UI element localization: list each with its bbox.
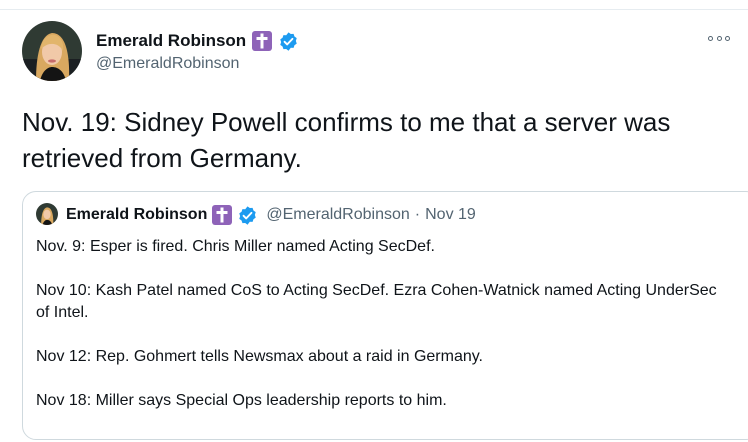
top-divider — [0, 0, 748, 10]
author-name[interactable]: Emerald Robinson — [96, 31, 246, 51]
avatar[interactable] — [22, 21, 82, 81]
quoted-date[interactable]: Nov 19 — [425, 206, 476, 224]
more-options-icon[interactable] — [708, 32, 730, 44]
quoted-tweet-text: Nov. 9: Esper is fired. Chris Miller nam… — [36, 236, 726, 434]
quoted-author-handle: @EmeraldRobinson — [266, 206, 410, 223]
quoted-line: Nov. 9: Esper is fired. Chris Miller nam… — [36, 238, 435, 255]
tweet-text: Nov. 19: Sidney Powell confirms to me th… — [22, 107, 671, 173]
separator-dot: · — [414, 206, 421, 223]
quoted-author-name: Emerald Robinson — [66, 206, 208, 223]
verified-check-icon — [237, 205, 258, 226]
author-name-row[interactable]: Emerald Robinson — [96, 29, 299, 53]
quoted-header: Emerald Robinson @EmeraldRobinson · Nov … — [66, 203, 476, 227]
latin-cross-icon — [252, 31, 273, 51]
quoted-line: Nov 10: Kash Patel named CoS to Acting S… — [36, 282, 717, 321]
author-handle[interactable]: @EmeraldRobinson — [96, 55, 239, 73]
quoted-tweet-card[interactable]: Emerald Robinson @EmeraldRobinson · Nov … — [22, 191, 748, 440]
verified-check-icon — [278, 31, 299, 52]
quoted-line: Nov 12: Rep. Gohmert tells Newsmax about… — [36, 348, 483, 365]
quoted-avatar — [36, 203, 58, 225]
latin-cross-icon — [212, 205, 233, 225]
quoted-line: Nov 18: Miller says Special Ops leadersh… — [36, 392, 447, 409]
